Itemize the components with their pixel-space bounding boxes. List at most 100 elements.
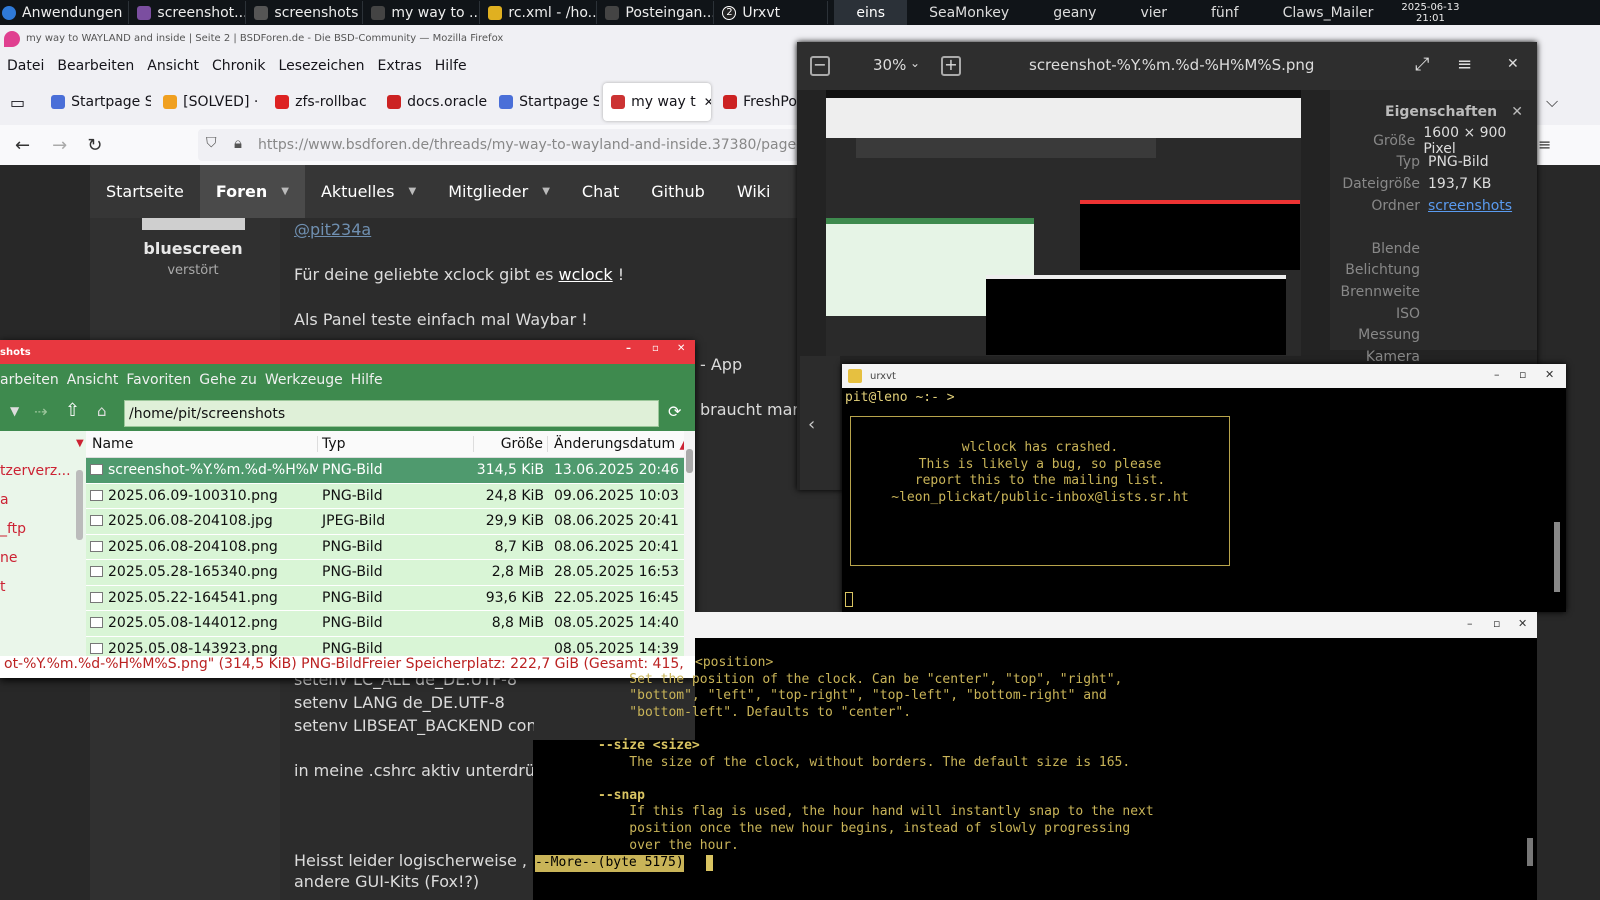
site-nav-startseite[interactable]: Startseite bbox=[90, 165, 200, 218]
maximize-icon[interactable]: ▫ bbox=[1519, 368, 1526, 381]
sidebar-place[interactable]: ne bbox=[0, 550, 18, 566]
fm-menu-hilfe[interactable]: Hilfe bbox=[351, 372, 383, 388]
menu-icon[interactable]: ≡ bbox=[1457, 54, 1472, 75]
close-icon[interactable]: ✕ bbox=[1518, 617, 1527, 630]
forward-icon[interactable]: ⇢ bbox=[34, 402, 47, 421]
maximize-icon[interactable]: ▫ bbox=[652, 343, 659, 354]
file-row[interactable]: 2025.06.08-204108.png PNG-Bild 8,7 KiB 08.0… bbox=[86, 534, 684, 560]
sidebar-place[interactable]: a bbox=[0, 492, 9, 508]
file-row[interactable]: 2025.05.28-165340.png PNG-Bild 2,8 MiB 28.0… bbox=[86, 560, 684, 586]
workspace-fünf[interactable]: fünf bbox=[1189, 0, 1261, 25]
reload-icon[interactable]: ⟳ bbox=[668, 402, 681, 421]
column-header[interactable]: Typ bbox=[318, 436, 474, 452]
menu-chronik[interactable]: Chronik bbox=[212, 58, 266, 74]
zoom-in-icon[interactable]: + bbox=[941, 56, 961, 76]
maximize-icon[interactable]: ▫ bbox=[1493, 617, 1500, 630]
task-button[interactable]: rc.xml - /ho... bbox=[482, 1, 598, 24]
dropdown-icon[interactable]: ▼ bbox=[10, 404, 19, 418]
back-icon[interactable]: ← bbox=[15, 135, 30, 156]
workspace-geany[interactable]: geany bbox=[1031, 0, 1118, 25]
author-name[interactable]: bluescreen bbox=[90, 239, 296, 258]
workspace-vier[interactable]: vier bbox=[1118, 0, 1189, 25]
menu-lesezeichen[interactable]: Lesezeichen bbox=[279, 58, 365, 74]
home-icon[interactable]: ⌂ bbox=[97, 402, 107, 420]
urxvt-1-scrollbar[interactable] bbox=[1552, 392, 1562, 608]
fm-menu-werkzeuge[interactable]: Werkzeuge bbox=[265, 372, 343, 388]
browser-tab[interactable]: [SOLVED] · bbox=[155, 83, 263, 121]
close-icon[interactable]: ✕ bbox=[677, 343, 685, 354]
zoom-level[interactable]: 30% bbox=[873, 56, 906, 74]
url-bar[interactable]: ⛉ 🔒︎ https://www.bsdforen.de/threads/my-… bbox=[198, 129, 838, 161]
browser-tab[interactable]: zfs-rollbac bbox=[267, 83, 375, 121]
sidebar-scroll-icon[interactable]: ▼ bbox=[76, 438, 84, 449]
close-icon[interactable]: ✕ bbox=[1507, 56, 1519, 72]
apps-menu[interactable]: Anwendungen bbox=[0, 1, 130, 24]
close-icon[interactable]: ✕ bbox=[1545, 368, 1554, 381]
tab-close-icon[interactable]: ✕ bbox=[704, 95, 711, 109]
fm-menu-favoriten[interactable]: Favoriten bbox=[126, 372, 191, 388]
zoom-out-icon[interactable]: − bbox=[810, 56, 830, 76]
menu-extras[interactable]: Extras bbox=[378, 58, 422, 74]
column-header[interactable]: Größe bbox=[474, 436, 548, 452]
file-row[interactable]: screenshot-%Y.%m.%d-%H%M%...PNG-Bild 314,… bbox=[86, 458, 684, 484]
zoom-dropdown-icon[interactable]: ⌄ bbox=[910, 56, 920, 70]
task-button[interactable]: 2 Urxvt bbox=[716, 1, 829, 24]
file-row[interactable]: 2025.05.22-164541.png PNG-Bild 93,6 KiB 22.… bbox=[86, 585, 684, 611]
menu-datei[interactable]: Datei bbox=[7, 58, 44, 74]
fullscreen-icon[interactable]: ⤢ bbox=[1415, 54, 1429, 75]
file-row[interactable]: 2025.05.08-143923.png PNG-Bild 08.05.2025 … bbox=[86, 636, 684, 656]
column-header[interactable]: Änderungsdatum ▲ bbox=[548, 436, 684, 452]
site-nav-aktuelles[interactable]: Aktuelles ▼ bbox=[305, 165, 432, 218]
sidebar-place[interactable]: t bbox=[0, 579, 6, 595]
minimize-icon[interactable]: – bbox=[626, 343, 631, 354]
reload-icon[interactable]: ↻ bbox=[87, 135, 102, 156]
task-button[interactable]: screenshots bbox=[248, 1, 364, 24]
task-button[interactable]: screenshot... bbox=[131, 1, 247, 24]
task-button[interactable]: Posteingan... bbox=[599, 1, 715, 24]
file-row[interactable]: 2025.05.08-144012.png PNG-Bild 8,8 MiB 08.0… bbox=[86, 611, 684, 637]
site-nav-wiki[interactable]: Wiki bbox=[721, 165, 787, 218]
site-nav-mitglieder[interactable]: Mitglieder ▼ bbox=[432, 165, 566, 218]
site-nav-foren[interactable]: Foren ▼ bbox=[199, 165, 305, 218]
fm-menu-ansicht[interactable]: Ansicht bbox=[67, 372, 119, 388]
sort-ascending-icon[interactable]: ▲ bbox=[675, 436, 684, 452]
file-row[interactable]: 2025.06.09-100310.png PNG-Bild 24,8 KiB 09.… bbox=[86, 483, 684, 509]
close-properties-icon[interactable]: ✕ bbox=[1511, 104, 1523, 120]
minimize-icon[interactable]: – bbox=[1494, 368, 1500, 381]
browser-tab[interactable]: docs.oracle bbox=[379, 83, 487, 121]
file-list-scrollbar[interactable] bbox=[684, 431, 695, 656]
workspace-claws_mailer[interactable]: Claws_Mailer bbox=[1261, 0, 1396, 25]
previous-image-icon[interactable]: ‹ bbox=[808, 414, 815, 435]
menu-hilfe[interactable]: Hilfe bbox=[435, 58, 467, 74]
forward-icon[interactable]: → bbox=[52, 135, 67, 156]
app-menu-icon[interactable]: ≡ bbox=[1538, 135, 1551, 154]
task-button[interactable]: my way to ... bbox=[365, 1, 481, 24]
fm-menu-arbeiten[interactable]: arbeiten bbox=[0, 372, 59, 388]
workspace-seamonkey[interactable]: SeaMonkey bbox=[907, 0, 1031, 25]
up-icon[interactable]: ⇧ bbox=[65, 400, 80, 421]
wclock-link[interactable]: wclock bbox=[559, 265, 613, 284]
fm-menu-gehe-zu[interactable]: Gehe zu bbox=[199, 372, 257, 388]
site-nav-chat[interactable]: Chat bbox=[566, 165, 635, 218]
minimize-icon[interactable]: – bbox=[1467, 617, 1473, 630]
clock[interactable]: 2025-06-13 21:01 bbox=[1401, 2, 1459, 24]
tab-overview-icon[interactable]: ▭ bbox=[10, 93, 25, 112]
site-nav-github[interactable]: Github bbox=[635, 165, 721, 218]
column-header[interactable]: Name bbox=[86, 436, 318, 452]
sidebar-place[interactable]: tzerverz... bbox=[0, 463, 71, 479]
image-preview[interactable] bbox=[826, 90, 1301, 356]
urxvt-2-scrollbar[interactable] bbox=[1526, 640, 1534, 872]
browser-tab[interactable]: my way t ✕ bbox=[603, 83, 712, 121]
browser-tab[interactable]: Startpage S bbox=[491, 83, 599, 121]
mention-link[interactable]: @pit234a bbox=[294, 220, 371, 239]
menu-ansicht[interactable]: Ansicht bbox=[147, 58, 199, 74]
list-tabs-icon[interactable]: ⌵ bbox=[1546, 92, 1558, 112]
sidebar-scrollbar[interactable] bbox=[76, 470, 83, 540]
workspace-eins[interactable]: eins bbox=[834, 0, 908, 25]
property-value[interactable]: screenshots bbox=[1428, 198, 1512, 214]
browser-tab[interactable]: Startpage S bbox=[43, 83, 151, 121]
path-field[interactable]: /home/pit/screenshots bbox=[124, 400, 659, 427]
sidebar-place[interactable]: _ftp bbox=[0, 521, 26, 537]
file-row[interactable]: 2025.06.08-204108.jpg JPEG-Bild 29,9 KiB 08… bbox=[86, 509, 684, 535]
menu-bearbeiten[interactable]: Bearbeiten bbox=[57, 58, 134, 74]
